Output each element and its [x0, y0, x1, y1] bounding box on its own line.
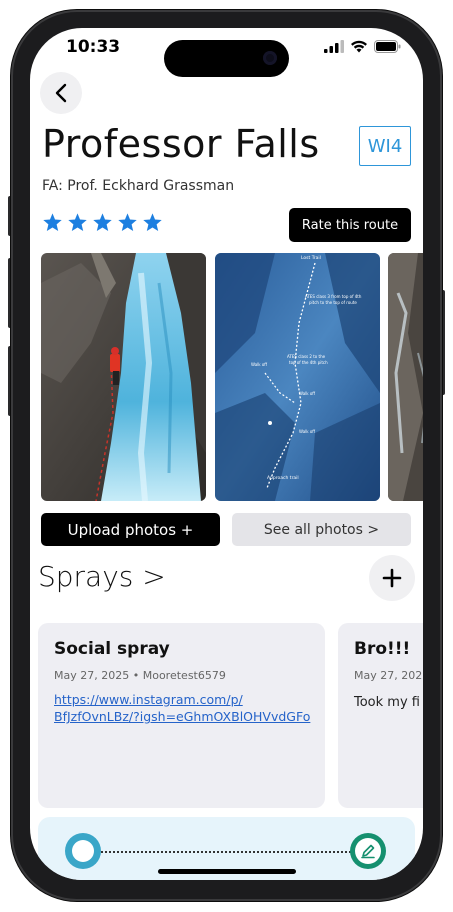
sprays-heading[interactable]: Sprays > — [38, 560, 166, 593]
spray-link[interactable]: https://www.instagram.com/p/ BfJzfOvnLBz… — [54, 691, 310, 725]
spray-title: Bro!!! — [354, 639, 411, 659]
svg-text:Walk off: Walk off — [299, 391, 315, 396]
svg-text:Approach trail: Approach trail — [267, 475, 299, 481]
battery-icon — [374, 40, 401, 53]
star-icon — [43, 213, 62, 231]
spray-text: Took my fi — [354, 695, 420, 710]
star-icon — [93, 213, 112, 231]
svg-text:pitch to the top of route: pitch to the top of route — [309, 300, 357, 305]
see-all-photos-button[interactable]: See all photos > — [232, 513, 411, 546]
home-indicator — [158, 869, 296, 874]
rating-stars — [42, 212, 163, 233]
star-icon — [118, 213, 137, 231]
app-screen: 10:33 Professor Falls WI4 FA: Prof. Eckh… — [30, 28, 423, 880]
svg-text:Lost Trail: Lost Trail — [301, 255, 321, 261]
progress-track — [90, 851, 363, 853]
spray-date: May 27, 2025 — [54, 669, 130, 682]
photo-ice-climber[interactable] — [41, 253, 206, 501]
status-time: 10:33 — [66, 37, 121, 57]
star-icon — [68, 213, 87, 231]
pencil-icon — [361, 844, 375, 859]
spray-author: Mooretest6579 — [142, 669, 226, 682]
spray-meta: May 27, 2025 • Mooretest6579 — [54, 669, 226, 682]
spray-card[interactable]: Bro!!! May 27, 2025 Took my fi — [338, 623, 423, 808]
spray-link-line2[interactable]: BfJzfOvnLBz/?igsh=eGhmOXBlOHVvdGFo — [54, 708, 310, 725]
chevron-left-icon — [55, 83, 67, 103]
grade-badge: WI4 — [359, 126, 411, 166]
star-icon — [143, 213, 162, 231]
spray-link-line1[interactable]: https://www.instagram.com/p/ — [54, 691, 310, 708]
plus-icon — [382, 568, 402, 588]
add-spray-button[interactable] — [369, 555, 415, 601]
signal-icon — [324, 40, 344, 53]
meta-separator: • — [132, 669, 143, 682]
spray-title: Social spray — [54, 639, 170, 659]
phone-frame: 10:33 Professor Falls WI4 FA: Prof. Eckh… — [11, 10, 442, 901]
svg-text:Walk off: Walk off — [299, 429, 315, 434]
edit-knob[interactable] — [350, 833, 386, 869]
start-knob[interactable] — [65, 833, 101, 869]
status-icons — [324, 40, 401, 53]
svg-text:ATES class 2 to the: ATES class 2 to the — [287, 354, 326, 359]
spray-card[interactable]: Social spray May 27, 2025 • Mooretest657… — [38, 623, 325, 808]
first-ascent-text: FA: Prof. Eckhard Grassman — [42, 178, 235, 194]
wifi-icon — [351, 40, 367, 53]
spray-date: May 27, 2025 — [354, 669, 423, 682]
back-button[interactable] — [40, 72, 82, 114]
topo-map-image: Lost Trail ATES class 3 from top of 4th … — [215, 253, 380, 501]
route-title: Professor Falls — [42, 122, 320, 166]
upload-photos-button[interactable]: Upload photos + — [41, 513, 220, 546]
svg-text:ATES class 3 from top of 4th: ATES class 3 from top of 4th — [305, 294, 362, 299]
svg-text:Walk off: Walk off — [251, 362, 267, 367]
photo-topo-map[interactable]: Lost Trail ATES class 3 from top of 4th … — [215, 253, 380, 501]
photo-rock-cliff[interactable] — [388, 253, 423, 501]
rate-route-button[interactable]: Rate this route — [289, 208, 411, 242]
ice-climber-image — [41, 253, 206, 501]
svg-text:top of the 4th pitch: top of the 4th pitch — [289, 360, 328, 365]
rock-cliff-image — [388, 253, 423, 501]
dynamic-island — [164, 40, 289, 77]
